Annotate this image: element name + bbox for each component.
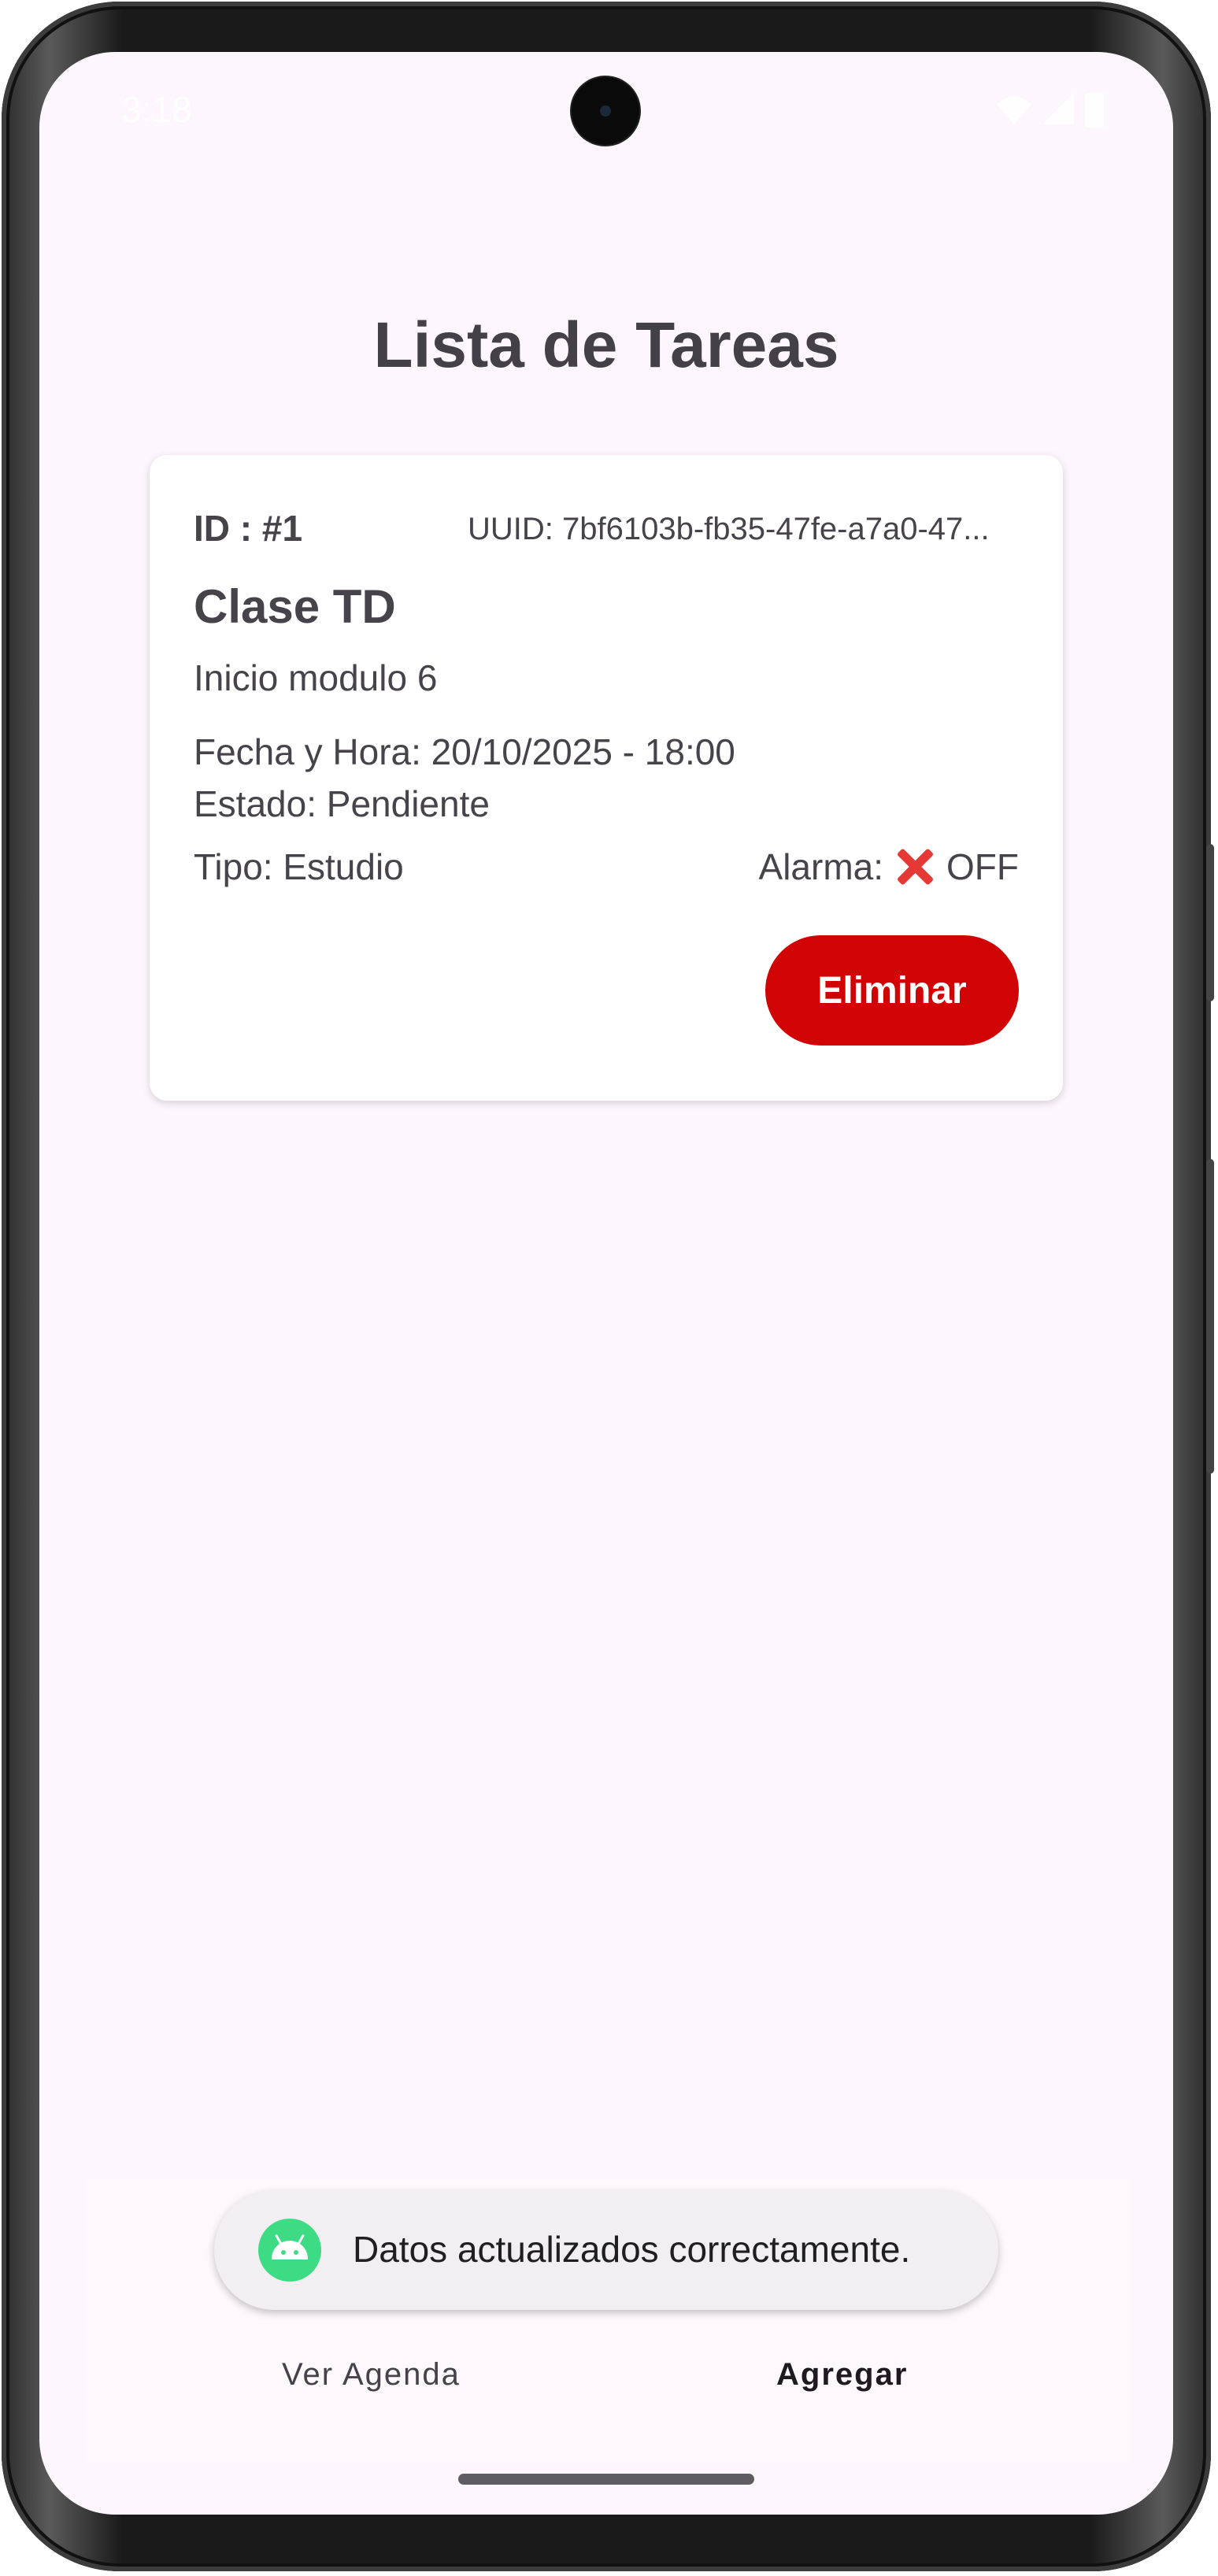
task-alarm: Alarma: OFF: [759, 846, 1019, 888]
nav-ver-agenda[interactable]: Ver Agenda: [282, 2357, 461, 2393]
volume-button: [1206, 844, 1214, 1001]
front-camera: [572, 77, 639, 145]
power-button: [1206, 1159, 1214, 1474]
wifi-icon: [997, 96, 1031, 124]
status-icons: [997, 93, 1104, 128]
toast: Datos actualizados correctamente.: [214, 2190, 998, 2310]
phone-frame: 3:18 Lista de Tareas ID : #1 UUID: 7bf61…: [2, 2, 1214, 2571]
task-card: ID : #1 UUID: 7bf6103b-fb35-47fe-a7a0-47…: [150, 455, 1063, 1101]
android-icon: [258, 2219, 321, 2282]
status-time: 3:18: [121, 89, 192, 130]
task-uuid: UUID: 7bf6103b-fb35-47fe-a7a0-47...: [468, 512, 990, 546]
task-description: Inicio modulo 6: [194, 657, 438, 698]
task-id: ID : #1: [194, 508, 303, 549]
battery-icon: [1085, 93, 1104, 128]
cross-mark-icon: [894, 846, 935, 887]
task-title: Clase TD: [194, 580, 396, 633]
alarm-label: Alarma:: [758, 846, 884, 887]
task-datetime: Fecha y Hora: 20/10/2025 - 18:00: [194, 731, 735, 772]
task-status: Estado: Pendiente: [194, 783, 490, 824]
nav-agregar[interactable]: Agregar: [776, 2357, 908, 2393]
signal-icon: [1042, 93, 1074, 124]
home-indicator[interactable]: [458, 2474, 754, 2485]
page-title: Lista de Tareas: [373, 309, 839, 381]
app-screen: 3:18 Lista de Tareas ID : #1 UUID: 7bf61…: [39, 52, 1173, 2515]
task-type: Tipo: Estudio: [194, 846, 404, 887]
alarm-value: OFF: [946, 846, 1019, 887]
toast-message: Datos actualizados correctamente.: [353, 2229, 911, 2270]
delete-button[interactable]: Eliminar: [765, 935, 1019, 1046]
